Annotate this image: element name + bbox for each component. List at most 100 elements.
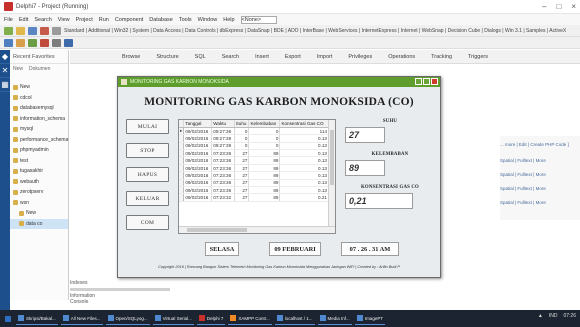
tab-browse[interactable]: Browse xyxy=(122,54,140,60)
step-icon[interactable] xyxy=(4,38,13,47)
minimize-icon[interactable]: – xyxy=(542,2,546,11)
tab-insert[interactable]: Insert xyxy=(255,54,269,60)
grid-icon[interactable]: ▦ xyxy=(0,78,10,92)
hapus-button[interactable]: HAPUS xyxy=(126,167,169,182)
column-header-waktu[interactable]: Waktu xyxy=(211,120,235,128)
taskbar-item[interactable]: All New Files... xyxy=(60,313,103,325)
column-header-konsentrasi[interactable]: Konsentrasi Gas CO xyxy=(279,120,329,128)
tree-item[interactable]: databasemysql xyxy=(10,103,68,114)
taskbar-item[interactable]: Skripsi/Bakal... xyxy=(16,313,58,325)
tree-item[interactable]: tugasakhir xyxy=(10,166,68,177)
menu-component[interactable]: Component xyxy=(115,17,143,23)
taskbar-item[interactable]: ImagePT xyxy=(354,313,386,325)
console-label[interactable]: Console xyxy=(70,299,170,305)
column-header-suhu[interactable]: Suhu xyxy=(234,120,250,128)
table-row[interactable]: 09/02/2016 07:23:36 27 89 0.13 xyxy=(179,164,329,173)
table-row[interactable]: 09/02/2016 07:23:36 27 89 0.13 xyxy=(179,171,329,180)
table-row[interactable]: 09/02/2016 07:23:36 27 89 0.13 xyxy=(179,149,329,158)
clock[interactable]: 07:26 xyxy=(563,313,576,319)
menu-run[interactable]: Run xyxy=(99,17,109,23)
component-d-icon[interactable] xyxy=(64,38,73,47)
component-a-icon[interactable] xyxy=(28,38,37,47)
structure-link[interactable]: Spatial | Fulltext | More xyxy=(500,172,580,177)
close-icon[interactable] xyxy=(431,78,438,85)
mulai-button[interactable]: MULAI xyxy=(126,119,169,134)
close-icon[interactable]: × xyxy=(571,2,576,11)
menu-edit[interactable]: Edit xyxy=(19,17,28,23)
menu-project[interactable]: Project xyxy=(76,17,93,23)
tab-search[interactable]: Search xyxy=(222,54,239,60)
maximize-icon[interactable] xyxy=(423,78,430,85)
tab-sql[interactable]: SQL xyxy=(195,54,206,60)
tab-dokumen[interactable]: Dokumen xyxy=(29,66,50,72)
tree-item[interactable]: information_schema xyxy=(10,114,68,125)
menu-database[interactable]: Database xyxy=(149,17,173,23)
save-icon[interactable] xyxy=(28,26,37,35)
table-row[interactable]: 09/02/2016 07:23:32 27 89 0.21 xyxy=(179,193,329,202)
rss-icon[interactable]: ◆ xyxy=(0,50,10,64)
tab-triggers[interactable]: Triggers xyxy=(468,54,488,60)
table-row[interactable]: 09/02/2016 09:27:39 0 0 0.13 xyxy=(179,142,329,151)
table-row[interactable]: 09/02/2016 07:23:36 27 89 0.13 xyxy=(179,186,329,195)
run-icon[interactable] xyxy=(40,26,49,35)
tree-item[interactable]: mysql xyxy=(10,124,68,135)
taskbar-item[interactable]: Virtual Serial... xyxy=(152,313,194,325)
trace-icon[interactable] xyxy=(16,38,25,47)
tree-item[interactable]: webauth xyxy=(10,177,68,188)
tree-item-selected[interactable]: data co xyxy=(10,218,68,229)
stop-button[interactable]: STOP xyxy=(126,143,169,158)
indexes-label[interactable]: Indexes xyxy=(70,280,170,286)
menu-help[interactable]: Help xyxy=(223,17,234,23)
data-grid[interactable]: Tanggal Waktu Suhu Kelembaban Konsentras… xyxy=(178,119,336,234)
table-row[interactable]: 09/02/2016 09:27:39 0 0 0.13 xyxy=(179,134,329,143)
menu-tools[interactable]: Tools xyxy=(179,17,192,23)
new-icon[interactable] xyxy=(4,26,13,35)
tab-structure[interactable]: Structure xyxy=(156,54,178,60)
taskbar-item[interactable]: XAMPP Contr... xyxy=(228,313,272,325)
column-header-tanggal[interactable]: Tanggal xyxy=(183,120,213,128)
horizontal-scrollbar[interactable] xyxy=(179,226,335,233)
table-row[interactable]: ▸ 09/02/2016 09:27:36 0 0 114 xyxy=(179,127,329,136)
tab-new[interactable]: New xyxy=(13,66,23,72)
component-b-icon[interactable] xyxy=(40,38,49,47)
vertical-scrollbar[interactable] xyxy=(328,120,335,228)
component-palette-tabs[interactable]: Standard | Additional | Win32 | System |… xyxy=(64,28,566,34)
panel-header-label[interactable]: Recent Favorites xyxy=(13,54,55,60)
pause-icon[interactable] xyxy=(52,26,61,35)
column-header-kelembaban[interactable]: Kelembaban xyxy=(248,120,281,128)
tree-item[interactable]: zerotpserv xyxy=(10,187,68,198)
taskbar-item[interactable]: Open/SQLyog... xyxy=(105,313,150,325)
menu-window[interactable]: Window xyxy=(198,17,218,23)
tree-item[interactable]: performance_schema xyxy=(10,135,68,146)
menu-file[interactable]: File xyxy=(4,17,13,23)
tab-tracking[interactable]: Tracking xyxy=(431,54,452,60)
structure-link[interactable]: Spatial | Fulltext | More xyxy=(500,200,580,205)
component-c-icon[interactable] xyxy=(52,38,61,47)
taskbar-item[interactable]: Delphi 7 xyxy=(196,313,226,325)
menu-search[interactable]: Search xyxy=(34,17,51,23)
table-row[interactable]: 09/02/2016 07:23:36 27 89 0.13 xyxy=(179,156,329,165)
taskbar-item[interactable]: localhost / 1... xyxy=(274,313,315,325)
start-button[interactable] xyxy=(3,313,13,325)
open-icon[interactable] xyxy=(16,26,25,35)
tree-item[interactable]: New xyxy=(10,208,68,219)
network-icon[interactable]: ▲ xyxy=(538,313,543,319)
minimize-icon[interactable] xyxy=(415,78,422,85)
taskbar-item[interactable]: Media Inf... xyxy=(317,313,352,325)
close-icon[interactable]: ✕ xyxy=(0,64,10,78)
keluar-button[interactable]: KELUAR xyxy=(126,191,169,206)
tree-item[interactable]: phpmyadmin xyxy=(10,145,68,156)
table-row[interactable]: 09/02/2016 07:23:36 27 89 0.13 xyxy=(179,179,329,188)
tree-item[interactable]: cdcol xyxy=(10,93,68,104)
language-indicator[interactable]: IND xyxy=(549,313,558,319)
tree-item[interactable]: New xyxy=(10,82,68,93)
com-button[interactable]: COM xyxy=(126,215,169,230)
tab-import[interactable]: Import xyxy=(317,54,333,60)
tab-export[interactable]: Export xyxy=(285,54,301,60)
menu-view[interactable]: View xyxy=(58,17,70,23)
scroll-thumb[interactable] xyxy=(187,228,247,232)
tree-item[interactable]: test xyxy=(10,156,68,167)
structure-link[interactable]: Spatial | Fulltext | More xyxy=(500,158,580,163)
structure-link[interactable]: Spatial | Fulltext | More xyxy=(500,186,580,191)
scroll-thumb[interactable] xyxy=(330,130,334,185)
